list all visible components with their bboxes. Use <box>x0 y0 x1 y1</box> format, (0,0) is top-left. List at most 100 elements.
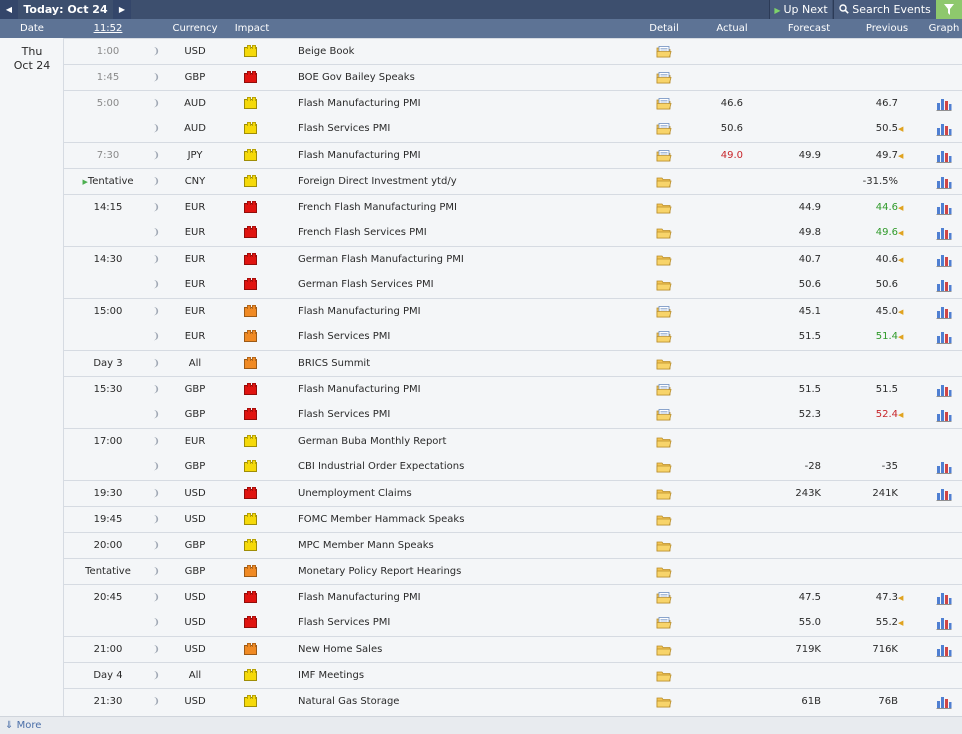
graph-icon[interactable] <box>936 689 952 715</box>
event-title[interactable]: German Flash Services PMI <box>298 272 638 298</box>
header-current-time[interactable]: 11:52 <box>68 19 148 38</box>
filter-button[interactable] <box>936 0 962 19</box>
table-row[interactable]: 19:45 ❩ USD FOMC Member Hammack Speaks <box>0 506 962 532</box>
table-row[interactable]: ❩ USD Flash Services PMI 55.0 55.2 ◀ <box>0 610 962 636</box>
folder-icon[interactable] <box>656 507 672 533</box>
open-folder-icon[interactable] <box>656 402 672 428</box>
next-day-button[interactable]: ▶ <box>113 0 131 19</box>
table-row[interactable]: ❩ GBP CBI Industrial Order Expectations -28… <box>0 454 962 480</box>
sound-alert-icon[interactable]: ❩ <box>150 65 162 91</box>
folder-icon[interactable] <box>656 272 672 298</box>
sound-alert-icon[interactable]: ❩ <box>150 247 162 273</box>
sound-alert-icon[interactable]: ❩ <box>150 377 162 403</box>
table-row[interactable]: ❩ EUR French Flash Services PMI 49.8 49.6 ◀ <box>0 220 962 246</box>
folder-icon[interactable] <box>656 169 672 195</box>
event-title[interactable]: Flash Manufacturing PMI <box>298 377 638 403</box>
sound-alert-icon[interactable]: ❩ <box>150 610 162 636</box>
sound-alert-icon[interactable]: ❩ <box>150 663 162 689</box>
revised-arrow-icon[interactable]: ◀ <box>898 610 906 636</box>
event-title[interactable]: Flash Services PMI <box>298 324 638 350</box>
table-row[interactable]: ❩ EUR German Flash Services PMI 50.6 50.6 <box>0 272 962 298</box>
event-title[interactable]: Monetary Policy Report Hearings <box>298 559 638 585</box>
revised-arrow-icon[interactable]: ◀ <box>898 116 906 142</box>
folder-icon[interactable] <box>656 454 672 480</box>
table-row[interactable]: 7:30 ❩ JPY Flash Manufacturing PMI 49.0 49.9 4… <box>0 142 962 168</box>
open-folder-icon[interactable] <box>656 610 672 636</box>
sound-alert-icon[interactable]: ❩ <box>150 220 162 246</box>
graph-icon[interactable] <box>936 247 952 273</box>
event-title[interactable]: New Home Sales <box>298 637 638 663</box>
graph-icon[interactable] <box>936 143 952 169</box>
graph-icon[interactable] <box>936 272 952 298</box>
sound-alert-icon[interactable]: ❩ <box>150 429 162 455</box>
sound-alert-icon[interactable]: ❩ <box>150 402 162 428</box>
graph-icon[interactable] <box>936 91 952 117</box>
event-title[interactable]: MPC Member Mann Speaks <box>298 533 638 559</box>
sound-alert-icon[interactable]: ❩ <box>150 91 162 117</box>
event-title[interactable]: Unemployment Claims <box>298 481 638 507</box>
open-folder-icon[interactable] <box>656 91 672 117</box>
folder-icon[interactable] <box>656 195 672 221</box>
open-folder-icon[interactable] <box>656 299 672 325</box>
sound-alert-icon[interactable]: ❩ <box>150 324 162 350</box>
sound-alert-icon[interactable]: ❩ <box>150 169 162 195</box>
event-title[interactable]: Flash Services PMI <box>298 402 638 428</box>
sound-alert-icon[interactable]: ❩ <box>150 351 162 377</box>
revised-arrow-icon[interactable]: ◀ <box>898 220 906 246</box>
folder-icon[interactable] <box>656 429 672 455</box>
open-folder-icon[interactable] <box>656 39 672 65</box>
revised-arrow-icon[interactable]: ◀ <box>898 247 906 273</box>
sound-alert-icon[interactable]: ❩ <box>150 272 162 298</box>
table-row[interactable]: ❩ EUR Flash Services PMI 51.5 51.4 ◀ <box>0 324 962 350</box>
table-row[interactable]: 1:00 ❩ USD Beige Book <box>0 38 962 64</box>
sound-alert-icon[interactable]: ❩ <box>150 637 162 663</box>
folder-icon[interactable] <box>656 663 672 689</box>
sound-alert-icon[interactable]: ❩ <box>150 507 162 533</box>
table-row[interactable]: ▶Tentative ❩ CNY Foreign Direct Investment … <box>0 168 962 194</box>
event-title[interactable]: Flash Manufacturing PMI <box>298 585 638 611</box>
sound-alert-icon[interactable]: ❩ <box>150 481 162 507</box>
search-events-button[interactable]: Search Events <box>833 0 936 19</box>
previous-day-button[interactable]: ◀ <box>0 0 18 19</box>
sound-alert-icon[interactable]: ❩ <box>150 559 162 585</box>
event-title[interactable]: French Flash Manufacturing PMI <box>298 195 638 221</box>
graph-icon[interactable] <box>936 116 952 142</box>
table-row[interactable]: Tentative ❩ GBP Monetary Policy Report Hear… <box>0 558 962 584</box>
event-title[interactable]: Foreign Direct Investment ytd/y <box>298 169 638 195</box>
event-title[interactable]: German Buba Monthly Report <box>298 429 638 455</box>
graph-icon[interactable] <box>936 454 952 480</box>
table-row[interactable]: 21:00 ❩ USD New Home Sales 719K 716K <box>0 636 962 662</box>
graph-icon[interactable] <box>936 402 952 428</box>
folder-icon[interactable] <box>656 559 672 585</box>
table-row[interactable]: 1:45 ❩ GBP BOE Gov Bailey Speaks <box>0 64 962 90</box>
sound-alert-icon[interactable]: ❩ <box>150 143 162 169</box>
table-row[interactable]: Day 3 ❩ All BRICS Summit <box>0 350 962 376</box>
table-row[interactable]: ❩ AUD Flash Services PMI 50.6 50.5 ◀ <box>0 116 962 142</box>
sound-alert-icon[interactable]: ❩ <box>150 299 162 325</box>
folder-icon[interactable] <box>656 351 672 377</box>
table-row[interactable]: Day 4 ❩ All IMF Meetings <box>0 662 962 688</box>
graph-icon[interactable] <box>936 220 952 246</box>
event-title[interactable]: CBI Industrial Order Expectations <box>298 454 638 480</box>
folder-icon[interactable] <box>656 247 672 273</box>
graph-icon[interactable] <box>936 324 952 350</box>
table-row[interactable]: ❩ GBP Flash Services PMI 52.3 52.4 ◀ <box>0 402 962 428</box>
table-row[interactable]: 14:15 ❩ EUR French Flash Manufacturing PMI 4… <box>0 194 962 220</box>
revised-arrow-icon[interactable]: ◀ <box>898 324 906 350</box>
event-title[interactable]: FOMC Member Hammack Speaks <box>298 507 638 533</box>
event-title[interactable]: BOE Gov Bailey Speaks <box>298 65 638 91</box>
graph-icon[interactable] <box>936 195 952 221</box>
table-row[interactable]: 5:00 ❩ AUD Flash Manufacturing PMI 46.6 46.7 <box>0 90 962 116</box>
folder-icon[interactable] <box>656 481 672 507</box>
table-row[interactable]: 15:00 ❩ EUR Flash Manufacturing PMI 45.1 45.0… <box>0 298 962 324</box>
sound-alert-icon[interactable]: ❩ <box>150 116 162 142</box>
open-folder-icon[interactable] <box>656 65 672 91</box>
revised-arrow-icon[interactable]: ◀ <box>898 299 906 325</box>
graph-icon[interactable] <box>936 169 952 195</box>
sound-alert-icon[interactable]: ❩ <box>150 195 162 221</box>
event-title[interactable]: Flash Manufacturing PMI <box>298 299 638 325</box>
table-row[interactable]: 20:45 ❩ USD Flash Manufacturing PMI 47.5 47.3… <box>0 584 962 610</box>
more-link[interactable]: ⇓ More <box>5 720 41 731</box>
event-title[interactable]: IMF Meetings <box>298 663 638 689</box>
revised-arrow-icon[interactable]: ◀ <box>898 402 906 428</box>
